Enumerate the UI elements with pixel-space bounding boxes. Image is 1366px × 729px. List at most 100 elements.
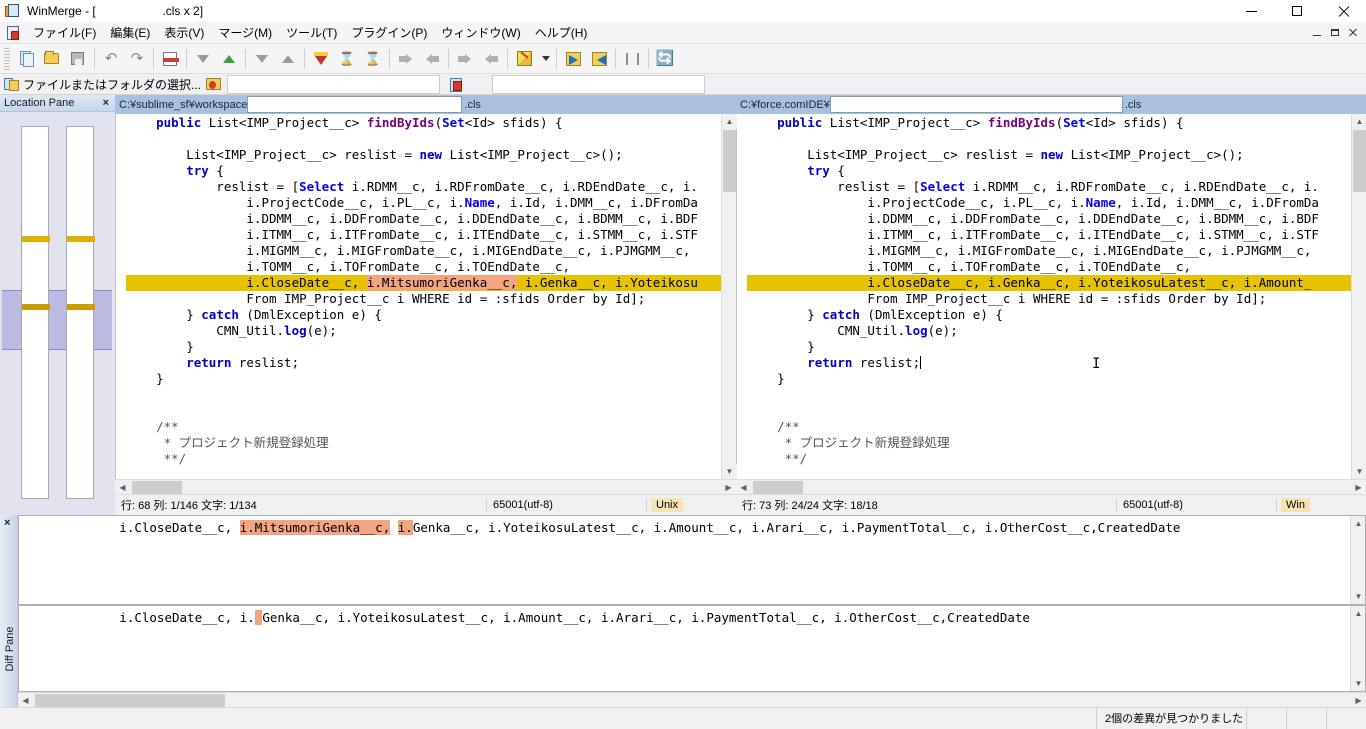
right-editor-margin[interactable] [737, 114, 747, 494]
toolbar-grip[interactable] [4, 47, 10, 70]
code-line[interactable]: i.CloseDate__c, i.MitsumoriGenka__c, i.G… [126, 275, 736, 291]
left-editor-pane[interactable]: public List<IMP_Project__c> findByIds(Se… [115, 114, 736, 494]
code-line[interactable]: i.TOMM__c, i.TOFromDate__c, i.TOEndDate_… [126, 259, 736, 275]
code-line[interactable]: i.ProjectCode__c, i.PL__c, i.Name, i.Id,… [126, 195, 736, 211]
scroll-right-icon[interactable]: ▶ [1351, 480, 1366, 495]
copy-right-down-button[interactable] [191, 47, 215, 71]
diff-pane-horizontal-scrollbar[interactable]: ◀ ▶ [18, 692, 1366, 707]
code-line[interactable]: } [126, 371, 736, 387]
code-line[interactable]: try { [126, 163, 736, 179]
scroll-down-icon[interactable]: ▼ [1351, 676, 1365, 691]
diff-pane-top-row[interactable]: i.CloseDate__c, i.MitsumoriGenka__c, i.G… [18, 515, 1366, 605]
code-line[interactable]: reslist = [Select i.RDMM__c, i.RDFromDat… [747, 179, 1366, 195]
menu-help[interactable]: ヘルプ(H) [528, 21, 595, 44]
code-line[interactable]: List<IMP_Project__c> reslist = new List<… [126, 147, 736, 163]
code-line[interactable]: } catch (DmlException e) { [747, 307, 1366, 323]
copy-left-up-button[interactable] [217, 47, 241, 71]
code-line[interactable]: i.CloseDate__c, i.Genka__c, i.YoteikosuL… [747, 275, 1366, 291]
copy-to-left-button[interactable] [276, 47, 300, 71]
scroll-thumb[interactable] [35, 694, 225, 707]
right-editor-horizontal-scrollbar[interactable]: ◀ ▶ [736, 479, 1366, 494]
left-editor-margin[interactable] [116, 114, 126, 494]
code-line[interactable] [747, 387, 1366, 403]
scroll-thumb[interactable] [723, 130, 736, 192]
next-conflict-button[interactable] [453, 47, 477, 71]
right-file-header[interactable]: C:¥force.comIDE¥ .cls [736, 95, 1366, 114]
mdi-minimize-button[interactable] [1308, 24, 1326, 42]
code-line[interactable]: reslist = [Select i.RDMM__c, i.RDFromDat… [126, 179, 736, 195]
code-line[interactable]: /** [747, 419, 1366, 435]
scroll-thumb[interactable] [753, 481, 803, 494]
scroll-up-icon[interactable]: ▲ [1351, 606, 1365, 621]
diff-pane-bottom-row[interactable]: i.CloseDate__c, i. Genka__c, i.Yoteikosu… [18, 605, 1366, 692]
code-line[interactable]: public List<IMP_Project__c> findByIds(Se… [747, 115, 1366, 131]
path-field-2[interactable] [492, 74, 706, 94]
code-line[interactable]: } [747, 371, 1366, 387]
scroll-right-icon[interactable]: ▶ [721, 480, 736, 495]
copy-to-right-button[interactable] [250, 47, 274, 71]
code-line[interactable]: i.TOMM__c, i.TOFromDate__c, i.TOEndDate_… [747, 259, 1366, 275]
code-line[interactable]: * プロジェクト新規登録処理 [747, 435, 1366, 451]
scroll-down-icon[interactable]: ▼ [722, 464, 737, 479]
scroll-thumb[interactable] [132, 481, 182, 494]
location-pane-right-column[interactable] [66, 126, 94, 499]
maximize-button[interactable] [1274, 0, 1320, 22]
redo-button[interactable]: ↷ [125, 47, 149, 71]
diff-pane-close-button[interactable]: × [4, 517, 10, 529]
menu-merge[interactable]: マージ(M) [211, 21, 279, 44]
diff-marker-button[interactable] [158, 47, 182, 71]
code-line[interactable]: return reslist; [126, 355, 736, 371]
path-field-1[interactable] [227, 74, 441, 94]
last-difference-button[interactable]: ⌛ [361, 47, 385, 71]
next-difference-button[interactable] [394, 47, 418, 71]
code-line[interactable]: From IMP_Project__c i WHERE id = :sfids … [747, 291, 1366, 307]
code-line[interactable]: i.DDMM__c, i.DDFromDate__c, i.DDEndDate_… [747, 211, 1366, 227]
document-red-button[interactable] [446, 74, 470, 94]
code-line[interactable]: i.ITMM__c, i.ITFromDate__c, i.ITEndDate_… [126, 227, 736, 243]
right-editor-code[interactable]: public List<IMP_Project__c> findByIds(Se… [747, 115, 1366, 494]
code-line[interactable] [126, 131, 736, 147]
scroll-left-icon[interactable]: ◀ [115, 480, 130, 495]
first-difference-button[interactable]: ⌛ [335, 47, 359, 71]
code-line[interactable]: i.MIGMM__c, i.MIGFromDate__c, i.MIGEndDa… [747, 243, 1366, 259]
mdi-close-button[interactable] [1344, 24, 1362, 42]
scroll-right-icon[interactable]: ▶ [1351, 693, 1366, 708]
left-file-path-editbox[interactable] [247, 96, 463, 113]
code-line[interactable]: return reslist; [747, 355, 1366, 371]
right-file-path-editbox[interactable] [829, 96, 1123, 113]
menu-view[interactable]: 表示(V) [157, 21, 211, 44]
edit-mode-button[interactable] [512, 47, 536, 71]
refresh-button[interactable]: 🔄 [653, 47, 677, 71]
code-line[interactable] [747, 131, 1366, 147]
scroll-up-icon[interactable]: ▲ [1352, 114, 1366, 129]
toggle-bookmarks-button[interactable] [620, 47, 644, 71]
left-editor-horizontal-scrollbar[interactable]: ◀ ▶ [115, 479, 736, 494]
code-line[interactable]: try { [747, 163, 1366, 179]
edit-mode-dropdown[interactable] [538, 47, 552, 71]
right-editor-pane[interactable]: public List<IMP_Project__c> findByIds(Se… [736, 114, 1366, 494]
scroll-thumb[interactable] [1353, 130, 1366, 192]
left-editor-vertical-scrollbar[interactable]: ▲ ▼ [721, 114, 737, 479]
diff-pane-bottom-scrollbar[interactable]: ▲ ▼ [1350, 606, 1365, 691]
code-line[interactable]: * プロジェクト新規登録処理 [126, 435, 736, 451]
code-line[interactable] [126, 403, 736, 419]
close-button[interactable] [1320, 0, 1366, 22]
menu-tools[interactable]: ツール(T) [279, 21, 344, 44]
left-file-header[interactable]: C:¥sublime_sf¥workspace .cls [115, 95, 736, 114]
copy-right-folder-button[interactable] [561, 47, 585, 71]
menu-file[interactable]: ファイル(F) [26, 21, 103, 44]
code-line[interactable]: } [126, 339, 736, 355]
minimize-button[interactable] [1228, 0, 1274, 22]
menu-plugins[interactable]: プラグイン(P) [344, 21, 434, 44]
location-pane-viewport[interactable] [2, 290, 112, 350]
copy-all-button[interactable] [309, 47, 333, 71]
code-line[interactable]: /** [126, 419, 736, 435]
scroll-left-icon[interactable]: ◀ [736, 480, 751, 495]
folder-warning-button[interactable] [201, 74, 225, 94]
mdi-restore-button[interactable] [1326, 24, 1344, 42]
code-line[interactable]: **/ [747, 451, 1366, 467]
location-pane-left-column[interactable] [21, 126, 49, 499]
previous-difference-button[interactable] [420, 47, 444, 71]
code-line[interactable]: } [747, 339, 1366, 355]
code-line[interactable]: i.DDMM__c, i.DDFromDate__c, i.DDEndDate_… [126, 211, 736, 227]
